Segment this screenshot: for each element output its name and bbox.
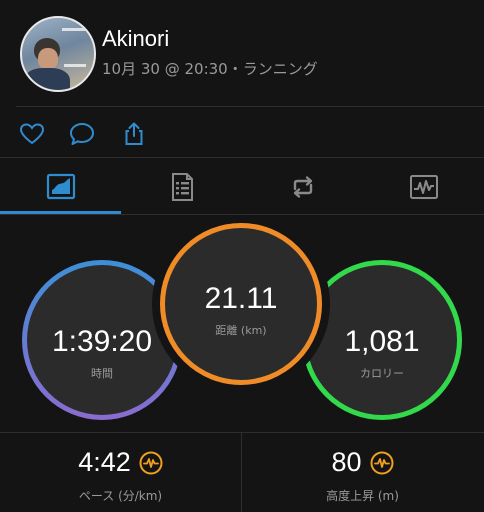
pace-label: ペース (分/km) [78, 489, 163, 503]
tab-bar [0, 157, 484, 216]
elevation-stat[interactable]: 80 高度上昇 (m) [242, 433, 483, 512]
tab-laps[interactable] [242, 158, 363, 216]
elevation-label: 高度上昇 (m) [326, 489, 399, 503]
tab-details[interactable] [121, 158, 242, 216]
distance-label: 距離 (km) [215, 324, 267, 337]
time-value: 1:39:20 [51, 325, 153, 358]
calories-label: カロリー [360, 367, 404, 380]
performance-badge-icon [139, 451, 163, 474]
pace-value: 4:42 [78, 447, 131, 477]
activity-meta: 10月 30 @ 20:30・ランニング [102, 60, 318, 78]
pace-stat[interactable]: 4:42 ペース (分/km) [0, 433, 241, 512]
calories-ring[interactable]: 1,081 カロリー [302, 260, 462, 420]
calories-value: 1,081 [344, 325, 420, 358]
user-name[interactable]: Akinori [102, 26, 169, 52]
speech-bubble-icon[interactable] [68, 120, 96, 148]
heart-icon[interactable] [18, 120, 46, 148]
avatar[interactable] [20, 16, 96, 92]
tab-graphs[interactable] [363, 158, 484, 216]
action-bar [0, 108, 484, 156]
elevation-value: 80 [331, 447, 362, 477]
summary-rings: 1:39:20 時間 1,081 カロリー 21.11 距離 (km) [0, 215, 484, 433]
divider [16, 106, 484, 107]
activity-header: Akinori 10月 30 @ 20:30・ランニング [0, 0, 484, 108]
details-list-icon [171, 173, 193, 201]
tab-summary[interactable] [0, 158, 121, 216]
share-icon[interactable] [120, 120, 148, 148]
time-label: 時間 [91, 367, 113, 380]
graph-icon [409, 175, 438, 199]
laps-loop-icon [293, 176, 312, 198]
summary-chart-icon [46, 173, 75, 200]
time-ring[interactable]: 1:39:20 時間 [22, 260, 182, 420]
distance-value: 21.11 [204, 282, 278, 315]
distance-ring[interactable]: 21.11 距離 (km) [160, 223, 322, 385]
performance-badge-icon [370, 451, 394, 474]
